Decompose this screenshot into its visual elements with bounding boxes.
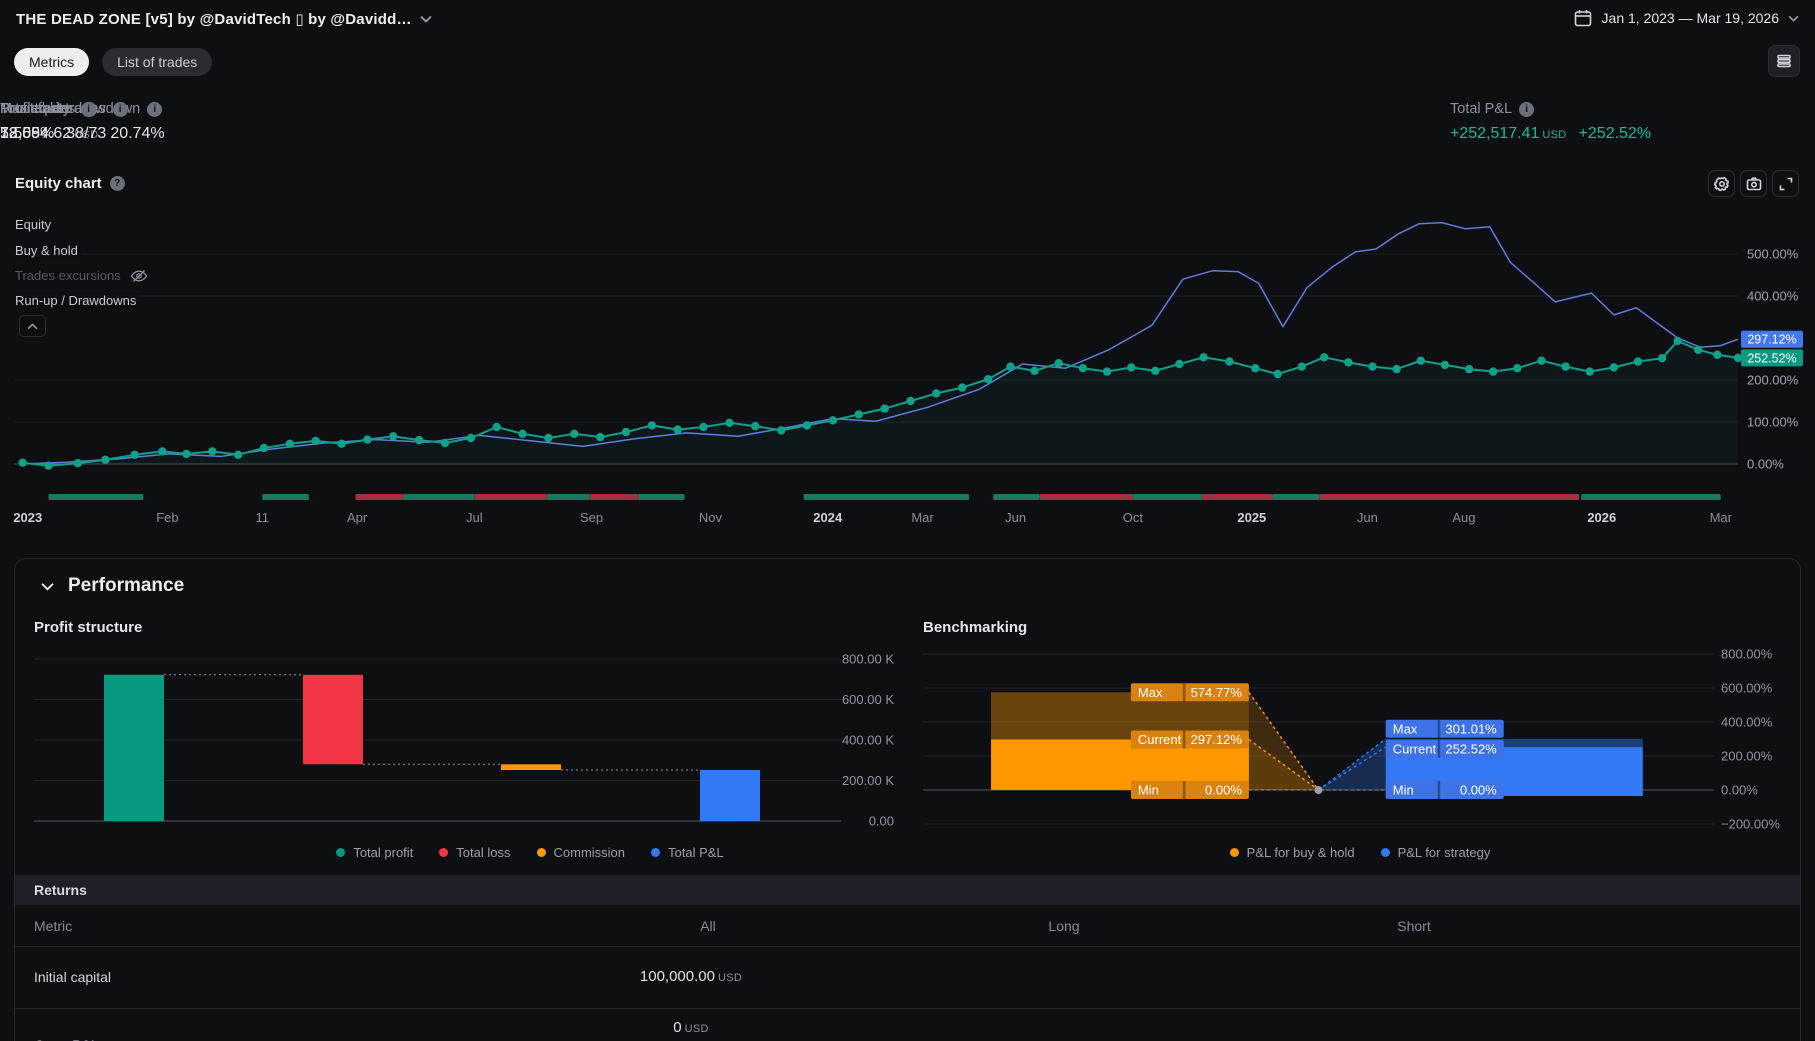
legend-dot-icon	[1380, 848, 1390, 857]
svg-text:400.00%: 400.00%	[1747, 289, 1799, 304]
svg-text:600.00 K: 600.00 K	[842, 692, 894, 707]
layout-toggle-button[interactable]	[1768, 45, 1800, 77]
performance-section: Performance Profit structure Benchmarkin…	[14, 558, 1801, 1041]
svg-text:200.00%: 200.00%	[1721, 749, 1773, 764]
metric-profit-factor: Profit factor i 1.559	[0, 101, 97, 143]
svg-text:297.12%: 297.12%	[1191, 732, 1243, 747]
svg-text:Jun: Jun	[1357, 510, 1378, 525]
rows-icon	[1777, 54, 1791, 68]
eye-off-icon	[130, 269, 148, 282]
svg-text:500.00%: 500.00%	[1747, 247, 1799, 262]
date-range-text: Jan 1, 2023 — Mar 19, 2026	[1601, 10, 1779, 26]
legend-dot-icon	[651, 848, 661, 857]
svg-text:2026: 2026	[1587, 510, 1616, 525]
equity-chart[interactable]: 2023 Feb 11 Apr Jul Sep Nov 2024 Mar Jun Oct 2025 Ju…	[0, 190, 1815, 535]
info-icon[interactable]: i	[1519, 101, 1535, 117]
svg-text:100.00%: 100.00%	[1747, 415, 1799, 430]
view-tabs: Metrics List of trades	[14, 48, 213, 76]
legend-dot-icon	[439, 848, 449, 857]
svg-text:400.00 K: 400.00 K	[842, 733, 894, 748]
table-row-initial-capital: Initial capital 100,000.00 USD	[15, 947, 1800, 1009]
svg-text:0.00: 0.00	[869, 814, 894, 829]
svg-text:Mar: Mar	[1710, 510, 1733, 525]
legend-equity[interactable]: Equity	[15, 216, 56, 233]
svg-text:0.00%: 0.00%	[1460, 783, 1497, 798]
svg-text:Aug: Aug	[1452, 510, 1475, 525]
svg-text:600.00%: 600.00%	[1721, 681, 1773, 696]
legend-item[interactable]: P&L for strategy	[1380, 845, 1490, 860]
svg-text:Sep: Sep	[580, 510, 603, 525]
svg-text:Jun: Jun	[1005, 510, 1026, 525]
svg-text:301.01%: 301.01%	[1445, 721, 1497, 736]
legend-item[interactable]: Total loss	[439, 845, 511, 860]
backtest-results-page: THE DEAD ZONE [v5] by @DavidTech ▯ by @D…	[0, 0, 1815, 1041]
svg-text:Jul: Jul	[466, 510, 483, 525]
legend-buy-and-hold[interactable]: Buy & hold	[15, 242, 82, 259]
info-icon[interactable]: i	[81, 101, 97, 117]
svg-text:0.00%: 0.00%	[1721, 783, 1758, 798]
svg-text:2024: 2024	[813, 510, 843, 525]
table-row-open-pnl: Open P&L 0USD	[34, 1019, 709, 1041]
legend-dot-icon	[336, 848, 346, 857]
metric-total-pnl: Total P&L i +252,517.41 USD +252.52%	[1450, 101, 1652, 142]
strategy-title: THE DEAD ZONE [v5] by @DavidTech ▯ by @D…	[16, 11, 412, 28]
legend-item[interactable]: Total P&L	[651, 845, 724, 860]
legend-dot-icon	[536, 848, 546, 857]
profit-structure-legend: Total profit Total loss Commission Total P&…	[115, 845, 945, 860]
svg-text:400.00%: 400.00%	[1721, 715, 1773, 730]
legend-item[interactable]: P&L for buy & hold	[1229, 845, 1355, 860]
legend-item[interactable]: Total profit	[336, 845, 413, 860]
info-icon[interactable]: i	[147, 101, 163, 117]
svg-text:2023: 2023	[13, 510, 42, 525]
svg-text:Min: Min	[1393, 783, 1414, 798]
svg-text:200.00 K: 200.00 K	[842, 773, 894, 788]
svg-text:−200.00%: −200.00%	[1721, 817, 1780, 832]
svg-text:Max: Max	[1393, 721, 1418, 736]
svg-text:252.52%: 252.52%	[1445, 741, 1497, 756]
svg-text:Current: Current	[1138, 732, 1182, 747]
svg-text:200.00%: 200.00%	[1747, 373, 1799, 388]
tab-list-of-trades[interactable]: List of trades	[102, 48, 213, 76]
returns-section-header: Returns	[15, 875, 1800, 905]
svg-text:Current: Current	[1393, 741, 1437, 756]
calendar-icon	[1574, 10, 1591, 27]
svg-text:0.00%: 0.00%	[1747, 457, 1784, 472]
svg-text:Apr: Apr	[347, 510, 368, 525]
benchmarking-legend: P&L for buy & hold P&L for strategy	[965, 845, 1755, 860]
svg-text:Mar: Mar	[911, 510, 934, 525]
legend-dot-icon	[1229, 848, 1239, 857]
info-icon[interactable]: i	[112, 101, 128, 117]
col-short: Short	[1397, 918, 1431, 934]
col-metric: Metric	[34, 918, 73, 934]
svg-text:574.77%: 574.77%	[1191, 685, 1243, 700]
legend-trades-excursions[interactable]: Trades excursions	[15, 267, 152, 284]
svg-text:800.00 K: 800.00 K	[842, 652, 894, 667]
chevron-up-icon	[27, 322, 38, 329]
legend-runup-drawdowns[interactable]: Run-up / Drawdowns	[15, 292, 141, 309]
svg-text:2025: 2025	[1237, 510, 1266, 525]
tab-metrics[interactable]: Metrics	[14, 48, 90, 76]
svg-text:0.00%: 0.00%	[1205, 783, 1242, 798]
chevron-down-icon	[420, 15, 432, 23]
date-range-picker[interactable]: Jan 1, 2023 — Mar 19, 2026	[1573, 8, 1799, 28]
svg-text:297.12%: 297.12%	[1747, 333, 1796, 347]
chevron-down-icon	[1788, 15, 1799, 22]
collapse-legend-button[interactable]	[19, 315, 46, 337]
help-icon[interactable]: ?	[109, 176, 125, 191]
svg-text:Nov: Nov	[699, 510, 723, 525]
svg-text:800.00%: 800.00%	[1721, 647, 1773, 662]
col-long: Long	[1048, 918, 1080, 934]
svg-text:Oct: Oct	[1123, 510, 1144, 525]
returns-table-header: Metric All Long Short	[15, 905, 1800, 947]
svg-text:Feb: Feb	[156, 510, 178, 525]
col-all: All	[700, 918, 716, 934]
svg-text:Min: Min	[1138, 783, 1159, 798]
svg-text:11: 11	[256, 510, 270, 525]
legend-item[interactable]: Commission	[536, 845, 625, 860]
svg-text:252.52%: 252.52%	[1747, 351, 1796, 365]
svg-text:Max: Max	[1138, 685, 1163, 700]
strategy-selector[interactable]: THE DEAD ZONE [v5] by @DavidTech ▯ by @D…	[16, 10, 432, 28]
